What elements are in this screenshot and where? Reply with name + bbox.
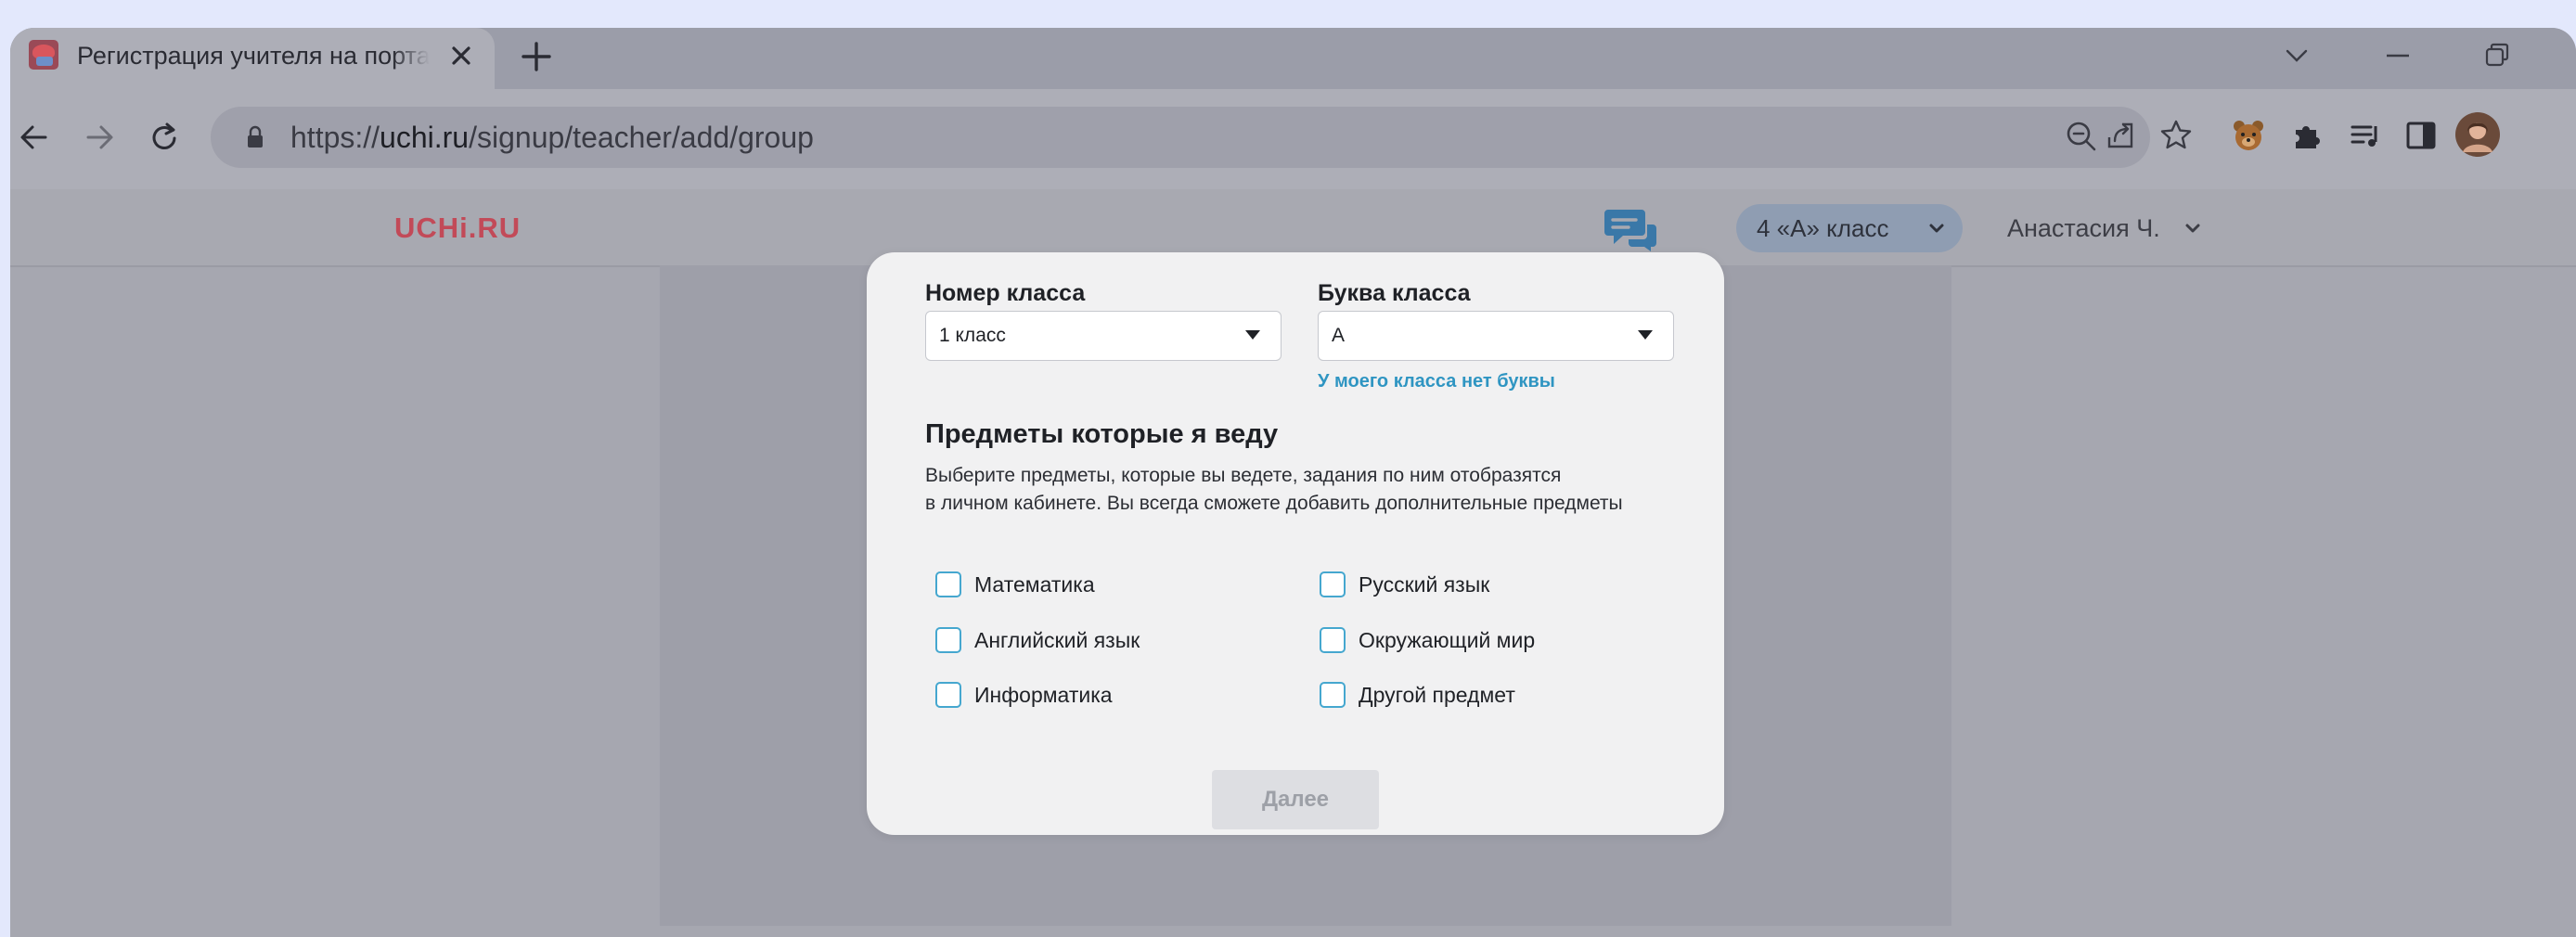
class-letter-select[interactable]: А [1318, 311, 1674, 361]
no-letter-link[interactable]: У моего класса нет буквы [1318, 367, 1555, 395]
checkbox[interactable] [935, 627, 961, 653]
checkbox[interactable] [1320, 627, 1346, 653]
extensions-puzzle-icon[interactable] [2288, 117, 2325, 154]
tab-strip: Регистрация учителя на портале [10, 28, 2576, 89]
back-arrow-icon[interactable] [16, 119, 53, 156]
address-bar[interactable]: https://uchi.ru/signup/teacher/add/group [211, 107, 2150, 168]
chevron-down-icon [1926, 217, 1948, 239]
url-text: https://uchi.ru/signup/teacher/add/group [290, 121, 814, 154]
chevron-down-icon [2182, 217, 2204, 239]
restore-window-icon[interactable] [2479, 37, 2516, 74]
new-tab-plus-icon[interactable] [519, 39, 554, 74]
profile-avatar[interactable] [2454, 111, 2501, 158]
media-playlist-icon[interactable] [2347, 117, 2384, 154]
close-tab-icon[interactable] [446, 41, 476, 71]
subjects-description-line: Выберите предметы, которые вы ведете, за… [925, 465, 1562, 486]
subject-label: Другой предмет [1359, 683, 1515, 707]
class-selector-dropdown[interactable]: 4 «А» класс [1736, 204, 1963, 252]
next-button[interactable]: Далее [1212, 770, 1379, 829]
class-number-label: Номер класса [925, 280, 1086, 306]
site-logo[interactable]: UCHi.RU [394, 210, 521, 247]
checkbox[interactable] [1320, 682, 1346, 708]
subjects-description: Выберите предметы, которые вы ведете, за… [925, 462, 1686, 518]
subject-label: Информатика [974, 683, 1113, 707]
subjects-description-line: в личном кабинете. Вы всегда сможете доб… [925, 493, 1623, 514]
class-letter-label: Буква класса [1318, 280, 1471, 306]
browser-toolbar: https://uchi.ru/signup/teacher/add/group [10, 89, 2576, 189]
class-number-value: 1 класс [939, 325, 1006, 346]
user-name: Анастасия Ч. [2007, 214, 2160, 242]
subject-label: Русский язык [1359, 572, 1490, 597]
class-number-select[interactable]: 1 класс [925, 311, 1282, 361]
dropdown-arrow-icon [1245, 330, 1260, 340]
lock-icon[interactable] [246, 125, 264, 149]
forward-arrow-icon[interactable] [81, 119, 118, 156]
subject-label: Английский язык [974, 628, 1140, 652]
checkbox[interactable] [1320, 571, 1346, 597]
bear-extension-icon[interactable] [2230, 117, 2267, 154]
chat-bubbles-icon[interactable] [1603, 204, 1658, 252]
add-class-modal: Номер класса 1 класс Буква класса А У мо… [867, 252, 1724, 835]
dropdown-arrow-icon [1638, 330, 1653, 340]
bookmark-star-icon[interactable] [2157, 117, 2195, 154]
tab-title: Регистрация учителя на портале [77, 38, 430, 73]
zoom-out-icon[interactable] [2063, 118, 2100, 155]
subject-label: Окружающий мир [1359, 628, 1536, 652]
site-favicon-icon [29, 40, 58, 70]
subject-label: Математика [974, 572, 1095, 597]
checkbox[interactable] [935, 682, 961, 708]
subjects-title: Предметы которые я веду [925, 419, 1279, 449]
minimize-icon[interactable] [2379, 37, 2416, 74]
tab-search-chevron-icon[interactable] [2278, 37, 2315, 74]
reload-icon[interactable] [146, 119, 183, 156]
class-letter-value: А [1332, 325, 1346, 346]
class-selector-label: 4 «А» класс [1757, 214, 1889, 242]
side-panel-icon[interactable] [2402, 117, 2440, 154]
checkbox[interactable] [935, 571, 961, 597]
browser-tab[interactable]: Регистрация учителя на портале [10, 28, 495, 89]
share-icon[interactable] [2102, 117, 2139, 154]
